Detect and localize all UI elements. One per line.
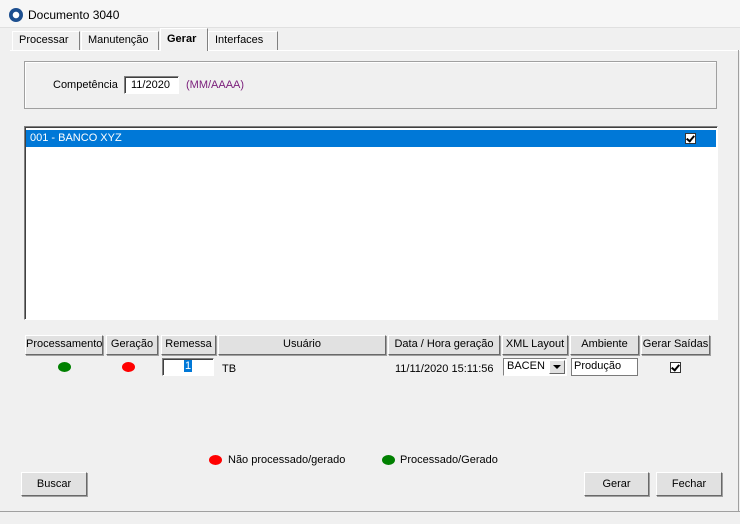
list-item-checkbox[interactable] <box>685 133 696 144</box>
legend-green-label: Processado/Gerado <box>400 454 498 466</box>
legend-green-dot <box>382 455 395 465</box>
banco-listbox[interactable] <box>24 126 718 320</box>
list-item[interactable]: 001 - BANCO XYZ <box>26 130 716 147</box>
tab-processar[interactable]: Processar <box>12 31 80 50</box>
tab-manutencao[interactable]: Manutenção <box>81 31 159 50</box>
fechar-button[interactable]: Fechar <box>656 472 722 496</box>
header-xml-layout[interactable]: XML Layout <box>502 335 568 355</box>
header-processamento[interactable]: Processamento <box>25 335 103 355</box>
header-usuario[interactable]: Usuário <box>218 335 386 355</box>
legend-red-label: Não processado/gerado <box>228 454 346 466</box>
competencia-input[interactable]: 11/2020 <box>124 76 179 94</box>
window-title: Documento 3040 <box>28 8 120 22</box>
processamento-status-dot <box>58 362 71 372</box>
legend-red-dot <box>209 455 222 465</box>
geracao-status-dot <box>122 362 135 372</box>
bottom-border <box>0 511 740 512</box>
tab-interfaces[interactable]: Interfaces <box>208 31 278 50</box>
competencia-label: Competência <box>53 79 118 91</box>
header-ambiente[interactable]: Ambiente <box>570 335 639 355</box>
xml-layout-value: BACEN <box>507 360 545 372</box>
gerar-saidas-checkbox[interactable] <box>670 362 681 373</box>
buscar-button[interactable]: Buscar <box>21 472 87 496</box>
tab-baseline <box>10 50 740 51</box>
competencia-hint: (MM/AAAA) <box>186 79 245 91</box>
header-remessa[interactable]: Remessa <box>161 335 216 355</box>
gerar-button[interactable]: Gerar <box>584 472 649 496</box>
header-data-hora[interactable]: Data / Hora geração <box>388 335 500 355</box>
usuario-cell: TB <box>222 363 237 375</box>
header-geracao[interactable]: Geração <box>106 335 158 355</box>
right-border <box>738 50 739 512</box>
data-hora-cell: 11/11/2020 15:11:56 <box>395 363 494 375</box>
chevron-down-icon[interactable] <box>549 360 565 374</box>
header-gerar-saidas[interactable]: Gerar Saídas <box>641 335 710 355</box>
ambiente-input[interactable]: Produção <box>571 358 638 376</box>
tab-gerar[interactable]: Gerar <box>160 28 208 51</box>
remessa-input[interactable]: 1 <box>162 358 214 376</box>
app-icon <box>9 8 23 22</box>
list-item-label: 001 - BANCO XYZ <box>30 132 122 144</box>
remessa-value: 1 <box>184 360 193 372</box>
